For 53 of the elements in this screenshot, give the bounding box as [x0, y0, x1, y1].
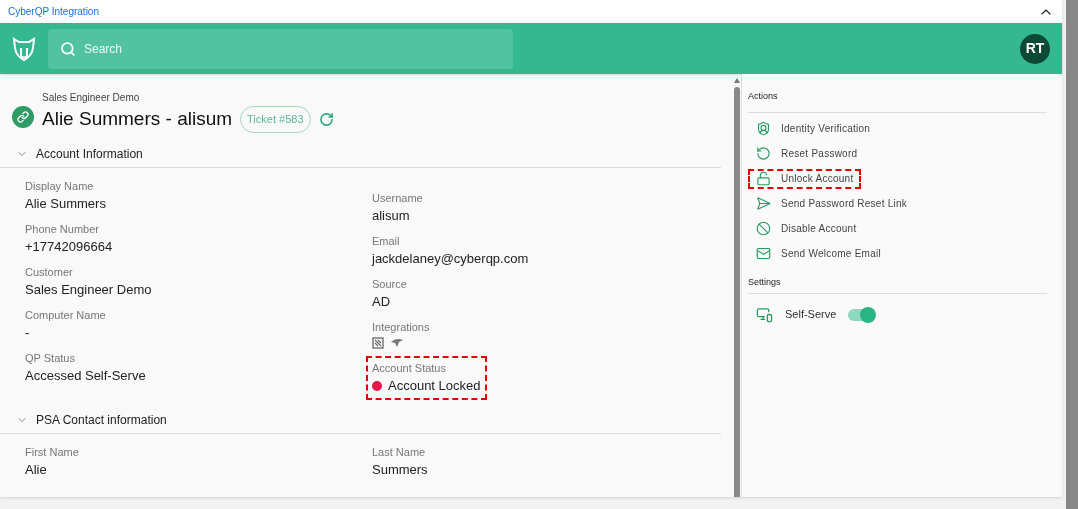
- window-scrollbar[interactable]: [1066, 0, 1078, 509]
- action-item[interactable]: Send Password Reset Link: [748, 193, 916, 214]
- send-icon: [756, 196, 771, 211]
- devices-icon: [756, 306, 773, 323]
- panel-heading: Settings: [748, 271, 1047, 294]
- field-label: Account Status: [372, 360, 447, 376]
- app-title: CyberQP Integration: [8, 5, 99, 19]
- field-label: Source: [372, 276, 408, 292]
- page-subtitle: Sales Engineer Demo: [42, 91, 141, 105]
- field-value: Sales Engineer Demo: [25, 280, 153, 299]
- field-label: Username: [372, 190, 424, 206]
- field-value: jackdelaney@cyberqp.com: [372, 249, 530, 268]
- integration-icon: [372, 336, 384, 349]
- setting-label: Self-Serve: [785, 307, 837, 323]
- field-label: QP Status: [25, 350, 76, 366]
- field-value: alisum: [372, 206, 411, 225]
- shield-user-icon: [756, 121, 771, 136]
- field-value: -: [25, 323, 31, 342]
- page-title: Alie Summers - alisum: [42, 107, 233, 131]
- open-lock-icon: [756, 171, 771, 186]
- refresh-icon[interactable]: [318, 111, 334, 127]
- action-item[interactable]: Identity Verification: [748, 118, 879, 139]
- search-field[interactable]: Search: [48, 28, 513, 69]
- cat-logo-icon[interactable]: [12, 35, 36, 62]
- link-icon: [17, 110, 29, 123]
- field-label: First Name: [25, 444, 80, 460]
- field-label: Customer: [25, 264, 74, 280]
- field-value: Summers: [372, 460, 429, 479]
- user-avatar[interactable]: RT: [1020, 33, 1050, 64]
- toggle-switch[interactable]: [848, 308, 875, 321]
- panel-heading: Actions: [748, 82, 1047, 113]
- field-value: +17742096664: [25, 237, 114, 256]
- field-label: Email: [372, 233, 401, 249]
- field-value: AD: [372, 292, 392, 311]
- field-value: Accessed Self-Serve: [25, 366, 147, 385]
- action-item[interactable]: Unlock Account: [748, 168, 862, 189]
- mail-icon: [756, 246, 771, 261]
- search-icon: [60, 40, 76, 57]
- section-title[interactable]: PSA Contact information: [36, 411, 167, 429]
- field-label: Last Name: [372, 444, 427, 460]
- field-label: Integrations: [372, 319, 431, 335]
- section-title[interactable]: Account Information: [36, 145, 143, 163]
- status-value: Account Locked: [388, 376, 481, 395]
- field-label: Phone Number: [25, 221, 100, 237]
- action-item[interactable]: Send Welcome Email: [748, 243, 889, 264]
- field-value: Alie Summers: [25, 194, 107, 213]
- integration-icon: [390, 337, 404, 348]
- action-item[interactable]: Disable Account: [748, 218, 865, 239]
- ban-icon: [756, 221, 771, 236]
- field-label: Computer Name: [25, 307, 107, 323]
- field-label: Display Name: [25, 178, 95, 194]
- field-value: Alie: [25, 460, 48, 479]
- action-item[interactable]: Reset Password: [748, 143, 866, 164]
